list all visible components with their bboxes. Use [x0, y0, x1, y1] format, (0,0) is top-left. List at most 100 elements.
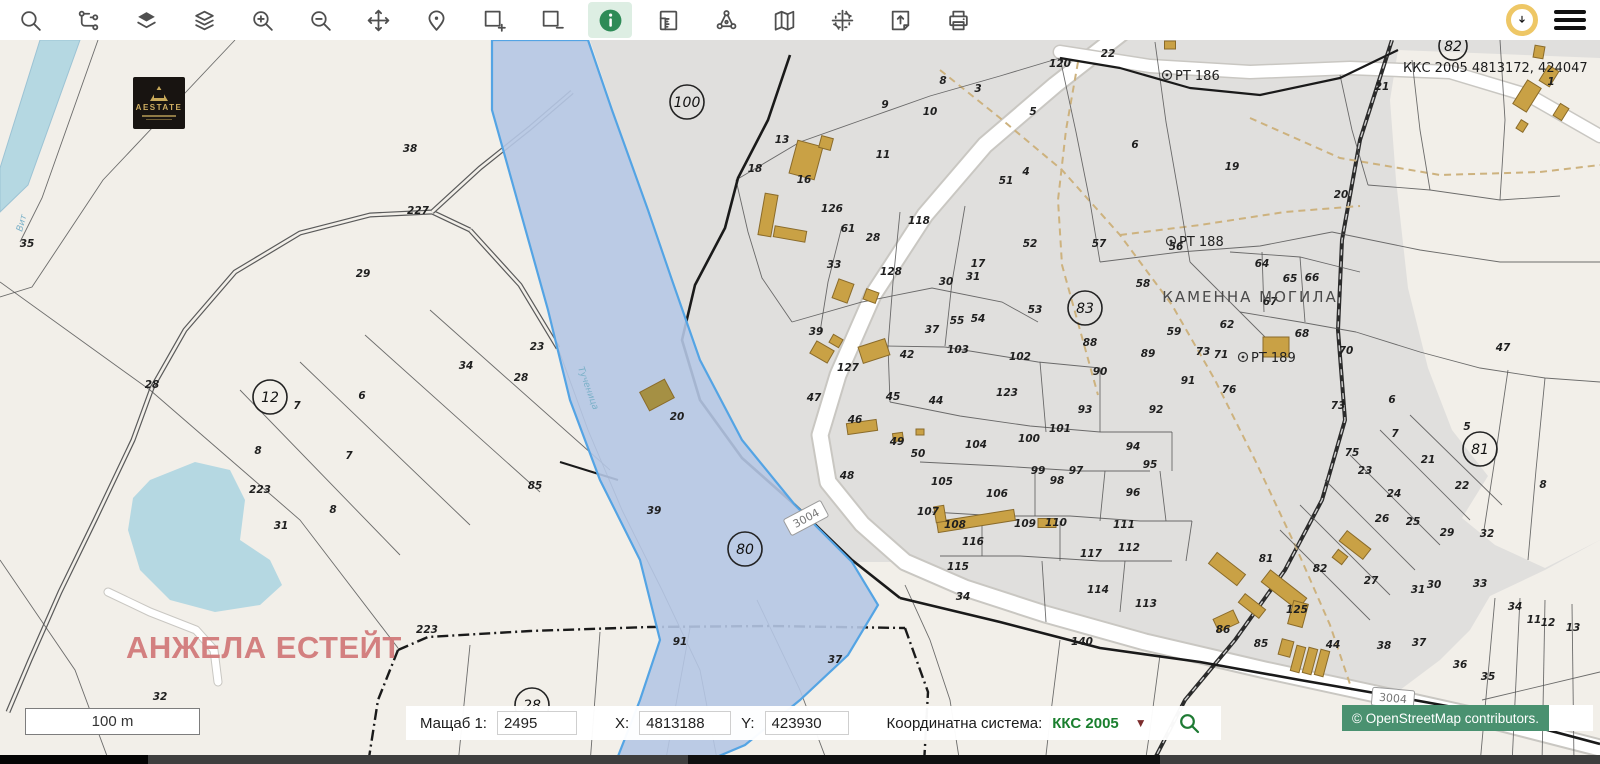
x-input[interactable]: [639, 711, 731, 735]
svg-text:59: 59: [1167, 326, 1182, 338]
svg-text:102: 102: [1009, 351, 1031, 363]
svg-text:85: 85: [1254, 638, 1269, 650]
svg-text:13: 13: [1566, 622, 1581, 634]
measure-button[interactable]: [646, 2, 690, 38]
svg-text:39: 39: [647, 505, 662, 517]
svg-text:32: 32: [153, 691, 168, 703]
coordinate-tooltip: ККС 2005 4813172, 424047: [1403, 61, 1588, 76]
download-button[interactable]: [1506, 4, 1538, 36]
svg-text:61: 61: [841, 223, 856, 235]
svg-text:45: 45: [885, 391, 901, 403]
down-arrow-icon: [1517, 12, 1527, 28]
layers-icon: [134, 8, 159, 33]
svg-text:76: 76: [1222, 384, 1237, 396]
attribution: © OpenStreetMap contributors.: [1342, 705, 1593, 731]
search-icon: [18, 8, 43, 33]
select-remove-icon: [540, 8, 565, 33]
location-pin-button[interactable]: [414, 2, 458, 38]
export-icon: [888, 8, 913, 33]
map-application: 3004300435382272928768782233123342885392…: [0, 0, 1600, 764]
svg-text:28: 28: [145, 379, 160, 391]
svg-text:21: 21: [1375, 81, 1390, 93]
svg-text:33: 33: [1473, 578, 1488, 590]
svg-text:31: 31: [274, 520, 289, 532]
svg-text:91: 91: [673, 636, 688, 648]
svg-text:8: 8: [1539, 479, 1546, 491]
svg-text:9: 9: [881, 99, 888, 111]
toolbar: [0, 0, 1600, 40]
x-label: X:: [615, 715, 629, 732]
svg-text:55: 55: [950, 315, 965, 327]
svg-text:118: 118: [908, 215, 930, 227]
route-button[interactable]: [66, 2, 110, 38]
svg-text:13: 13: [775, 134, 790, 146]
watermark-text: АНЖЕЛА ЕСТЕЙТ: [126, 630, 402, 666]
svg-text:65: 65: [1283, 273, 1298, 285]
info-button[interactable]: [588, 2, 632, 38]
svg-text:44: 44: [1325, 639, 1341, 651]
zoom-in-icon: [250, 8, 275, 33]
svg-text:70: 70: [1339, 345, 1354, 357]
svg-text:73: 73: [1196, 346, 1211, 358]
measure-icon: [656, 8, 681, 33]
building: [916, 429, 924, 435]
attribution-endcap: [1549, 705, 1593, 731]
svg-text:22: 22: [1101, 48, 1116, 60]
menu-button[interactable]: [1554, 6, 1586, 34]
y-input[interactable]: [765, 711, 849, 735]
crs-select[interactable]: ККС 2005: [1052, 715, 1118, 732]
svg-text:108: 108: [944, 519, 966, 531]
statusbar: Мащаб 1: X: Y: Координатна система: ККС …: [406, 706, 1221, 740]
svg-text:27: 27: [1364, 575, 1379, 587]
svg-text:3: 3: [974, 83, 981, 95]
svg-text:30: 30: [1427, 579, 1442, 591]
svg-text:PT 186: PT 186: [1175, 69, 1220, 84]
svg-text:81: 81: [1471, 442, 1489, 458]
coordinate-grid-button[interactable]: [820, 2, 864, 38]
svg-text:101: 101: [1049, 423, 1071, 435]
attribution-text[interactable]: © OpenStreetMap contributors.: [1352, 711, 1539, 726]
pan-icon: [366, 8, 391, 33]
polygon-nodes-button[interactable]: [704, 2, 748, 38]
svg-text:91: 91: [1181, 375, 1196, 387]
pan-button[interactable]: [356, 2, 400, 38]
svg-text:19: 19: [1225, 161, 1240, 173]
svg-text:117: 117: [1080, 548, 1103, 560]
svg-text:88: 88: [1083, 337, 1098, 349]
map-fold-button[interactable]: [762, 2, 806, 38]
svg-text:18: 18: [748, 163, 763, 175]
svg-text:123: 123: [996, 387, 1018, 399]
svg-text:53: 53: [1028, 304, 1043, 316]
select-add-button[interactable]: [472, 2, 516, 38]
svg-text:28: 28: [866, 232, 881, 244]
scale-input[interactable]: [497, 711, 577, 735]
svg-text:37: 37: [1412, 637, 1427, 649]
building: [819, 136, 834, 151]
coordinate-search-button[interactable]: [1171, 710, 1207, 736]
svg-text:97: 97: [1069, 465, 1084, 477]
zoom-in-button[interactable]: [240, 2, 284, 38]
svg-text:92: 92: [1149, 404, 1164, 416]
print-button[interactable]: [936, 2, 980, 38]
svg-text:5: 5: [1463, 421, 1470, 433]
search-button[interactable]: [8, 2, 52, 38]
svg-text:35: 35: [1481, 671, 1496, 683]
svg-text:103: 103: [947, 344, 969, 356]
layers-button[interactable]: [124, 2, 168, 38]
layers-stack-button[interactable]: [182, 2, 226, 38]
svg-text:110: 110: [1045, 517, 1067, 529]
svg-text:37: 37: [828, 654, 843, 666]
svg-text:105: 105: [931, 476, 953, 488]
svg-text:94: 94: [1126, 441, 1141, 453]
svg-text:111: 111: [1113, 519, 1135, 531]
map-fold-icon: [772, 8, 797, 33]
select-remove-button[interactable]: [530, 2, 574, 38]
svg-text:6: 6: [358, 390, 365, 402]
crs-dropdown-arrow-icon[interactable]: ▼: [1135, 716, 1147, 730]
bottom-strip: [0, 755, 1600, 764]
svg-text:99: 99: [1031, 465, 1046, 477]
svg-text:38: 38: [1377, 640, 1392, 652]
svg-text:98: 98: [1050, 475, 1065, 487]
export-button[interactable]: [878, 2, 922, 38]
zoom-out-button[interactable]: [298, 2, 342, 38]
